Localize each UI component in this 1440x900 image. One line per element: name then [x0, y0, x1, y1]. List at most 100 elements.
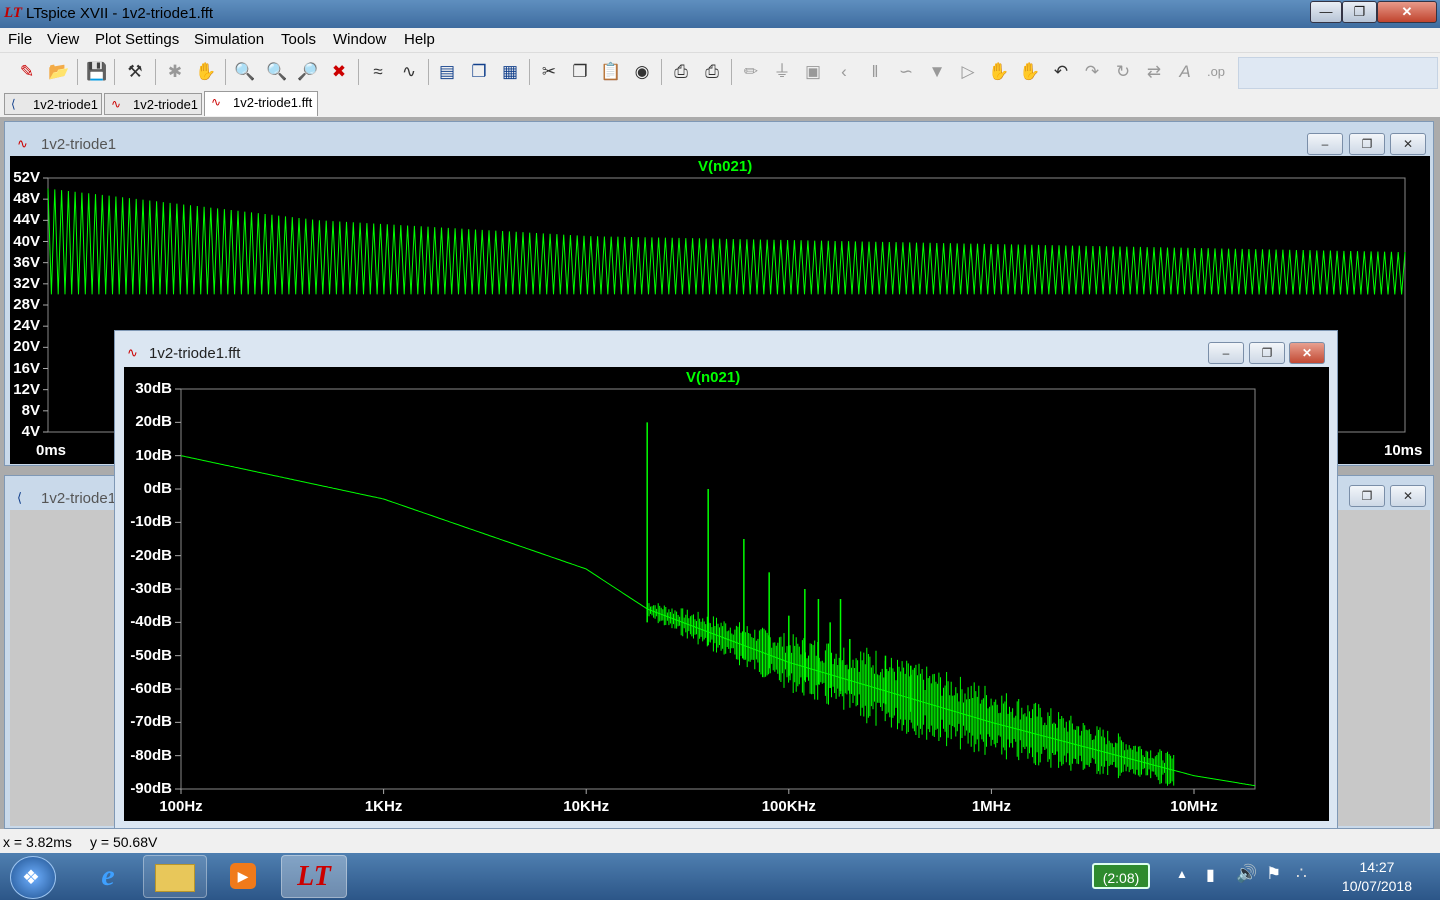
taskbar-explorer-button[interactable]: [143, 855, 207, 898]
taskbar-ie-button[interactable]: e: [77, 855, 139, 898]
y-tick-label: 16V: [13, 359, 40, 377]
fft-close-button[interactable]: ✕: [1289, 342, 1325, 364]
battery-indicator[interactable]: (2:08): [1092, 863, 1150, 889]
find-icon[interactable]: ◉: [629, 59, 655, 85]
autoscale-icon[interactable]: ≈: [365, 59, 391, 85]
y-tick-label: -50dB: [130, 646, 172, 664]
schematic-restore-button[interactable]: ❐: [1349, 485, 1385, 507]
menu-help[interactable]: Help: [404, 31, 435, 48]
y-tick-label: 30dB: [135, 380, 172, 397]
y-tick-label: 28V: [13, 296, 40, 313]
y-tick-label: -80dB: [130, 746, 172, 764]
fft-plot-frame: [180, 388, 1256, 790]
menu-view[interactable]: View: [47, 31, 79, 48]
y-tick-label: 12V: [13, 380, 40, 398]
print-setup-icon[interactable]: ⎙: [699, 59, 725, 85]
copy-icon[interactable]: ❐: [567, 59, 593, 85]
fft-minimize-button[interactable]: –: [1208, 342, 1244, 364]
transient-close-button[interactable]: ✕: [1390, 133, 1426, 155]
y-tick-label: 44V: [13, 211, 40, 229]
x-tick-label: 10MHz: [1170, 798, 1218, 815]
spice-directive-icon[interactable]: .op: [1203, 59, 1229, 85]
clock[interactable]: 14:27 10/07/2018: [1342, 858, 1412, 896]
show-hidden-icons-icon[interactable]: ▲: [1176, 867, 1188, 881]
menu-tools[interactable]: Tools: [281, 31, 316, 48]
schematic-close-button[interactable]: ✕: [1390, 485, 1426, 507]
drag-icon[interactable]: ✋: [1017, 59, 1043, 85]
undo-icon[interactable]: ↶: [1048, 59, 1074, 85]
save-icon[interactable]: 💾: [84, 59, 110, 85]
status-y-readout: y = 50.68V: [90, 834, 158, 850]
taskbar-media-button[interactable]: ▶: [211, 855, 275, 898]
status-bar: x = 3.82ms y = 50.68V: [0, 829, 1440, 853]
taskbar-ltspice-button[interactable]: LT: [281, 855, 347, 898]
tab-waveform[interactable]: ∿ 1v2-triode1: [104, 93, 202, 115]
diode-icon[interactable]: ▼: [924, 59, 950, 85]
rotate-icon[interactable]: ↻: [1110, 59, 1136, 85]
resistor-icon[interactable]: ‹: [831, 59, 857, 85]
cascade-icon[interactable]: ❐: [466, 59, 492, 85]
tab-label: 1v2-triode1.fft: [233, 95, 313, 110]
waveform-icon[interactable]: ∿: [396, 59, 422, 85]
menu-simulation[interactable]: Simulation: [194, 31, 264, 48]
menu-bar: File View Plot Settings Simulation Tools…: [0, 28, 1440, 53]
move-icon[interactable]: ✋: [986, 59, 1012, 85]
control-panel-icon[interactable]: ⚒: [122, 59, 148, 85]
redo-icon[interactable]: ↷: [1079, 59, 1105, 85]
tab-schematic[interactable]: ⟨ 1v2-triode1: [4, 93, 102, 115]
restore-button[interactable]: ❐: [1342, 1, 1377, 23]
start-button[interactable]: ❖: [10, 856, 56, 899]
folder-icon: [155, 864, 195, 892]
ground-icon[interactable]: ⏚: [769, 59, 795, 85]
y-tick-label: 10dB: [135, 446, 172, 464]
y-tick-label: -30dB: [130, 580, 172, 597]
clock-date: 10/07/2018: [1341, 878, 1412, 894]
menu-file[interactable]: File: [8, 31, 32, 48]
fft-restore-button[interactable]: ❐: [1249, 342, 1285, 364]
zoom-in-icon[interactable]: 🔍: [232, 59, 258, 85]
paste-icon[interactable]: 📋: [598, 59, 624, 85]
transient-restore-button[interactable]: ❐: [1349, 133, 1385, 155]
tile-vertical-icon[interactable]: ▦: [497, 59, 523, 85]
y-tick-label: -20dB: [130, 546, 172, 564]
waveform-icon: ∿: [111, 97, 122, 111]
cut-icon[interactable]: ✂: [536, 59, 562, 85]
y-tick-label: 36V: [13, 253, 40, 271]
transient-minimize-button[interactable]: –: [1307, 133, 1343, 155]
y-tick-label: -70dB: [130, 713, 172, 731]
status-x-readout: x = 3.82ms: [3, 834, 72, 850]
label-icon[interactable]: ▣: [800, 59, 826, 85]
tab-label: 1v2-triode1: [133, 97, 199, 112]
y-tick-label: -60dB: [130, 680, 172, 697]
schematic-icon: ⟨: [17, 490, 23, 505]
new-schematic-icon[interactable]: ✎: [14, 59, 40, 85]
open-icon[interactable]: 📂: [46, 59, 72, 85]
volume-icon[interactable]: 🔊: [1236, 864, 1257, 884]
mirror-icon[interactable]: ⇄: [1141, 59, 1167, 85]
fft-plot-window[interactable]: ∿ 1v2-triode1.fft – ❐ ✕ V(n021) 30dB 20dB…: [114, 330, 1338, 829]
tab-fft[interactable]: ∿ 1v2-triode1.fft: [204, 91, 318, 116]
halt-icon[interactable]: ✋: [193, 59, 219, 85]
window-title: LTspice XVII - 1v2-triode1.fft: [26, 5, 214, 22]
print-icon[interactable]: ⎙: [668, 59, 694, 85]
action-center-icon[interactable]: ⚑: [1266, 864, 1281, 884]
network-icon[interactable]: ∴: [1296, 864, 1307, 884]
windows-logo-icon: ❖: [22, 867, 40, 889]
capacitor-icon[interactable]: ‖: [862, 59, 888, 85]
zoom-out-icon[interactable]: 🔎: [295, 59, 321, 85]
inductor-icon[interactable]: ∽: [893, 59, 919, 85]
close-button[interactable]: ✕: [1377, 1, 1437, 23]
taskbar: ❖ e ▶ LT (2:08) ▲ ▮ 🔊 ⚑ ∴ 14:27 10/07/20…: [0, 853, 1440, 900]
menu-window[interactable]: Window: [333, 31, 386, 48]
run-icon[interactable]: ✱: [162, 59, 188, 85]
battery-tray-icon[interactable]: ▮: [1206, 865, 1215, 885]
menu-plot-settings[interactable]: Plot Settings: [95, 31, 179, 48]
component-icon[interactable]: ▷: [955, 59, 981, 85]
wire-icon[interactable]: ✏: [738, 59, 764, 85]
tile-horizontal-icon[interactable]: ▤: [434, 59, 460, 85]
zoom-fit-icon[interactable]: ✖: [326, 59, 352, 85]
text-icon[interactable]: A: [1172, 59, 1198, 85]
minimize-button[interactable]: —: [1310, 1, 1342, 23]
fft-plot-area[interactable]: V(n021) 30dB 20dB 10dB 0dB -10dB -20dB -30dB -4…: [124, 367, 1329, 821]
zoom-area-icon[interactable]: 🔍: [264, 59, 290, 85]
